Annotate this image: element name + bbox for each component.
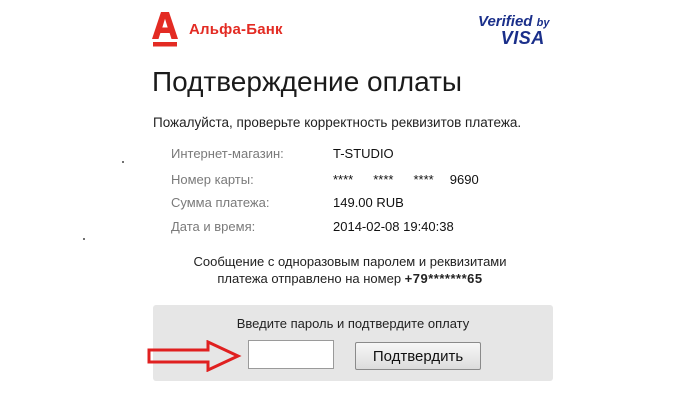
- merchant-label: Интернет-магазин:: [171, 146, 284, 161]
- card-last-digits: 9690: [449, 172, 479, 187]
- phone-number: +79*******65: [404, 271, 483, 286]
- amount-label: Сумма платежа:: [171, 195, 270, 210]
- card-mask-2: ****: [373, 172, 394, 187]
- arrow-right-icon: [146, 339, 242, 373]
- card-mask-3: ****: [413, 172, 434, 187]
- page-title: Подтверждение оплаты: [152, 66, 463, 97]
- speck: [83, 238, 85, 240]
- visa-text: VISA: [500, 28, 545, 48]
- card-mask-1: ****: [333, 172, 354, 187]
- password-input[interactable]: [248, 340, 334, 369]
- confirm-button[interactable]: Подтвердить: [355, 342, 481, 370]
- card-value: **** **** **** 9690: [333, 172, 479, 187]
- sms-notice-line1: Сообщение с одноразовым паролем и реквиз…: [193, 254, 507, 269]
- intro-text: Пожалуйста, проверьте корректность рекви…: [153, 115, 522, 130]
- bank-name: Альфа-Банк: [189, 21, 283, 38]
- datetime-value: 2014-02-08 19:40:38: [333, 219, 454, 234]
- confirm-panel-label: Введите пароль и подтвердите оплату: [236, 316, 470, 331]
- datetime-label: Дата и время:: [171, 219, 256, 234]
- sms-notice: Сообщение с одноразовым паролем и реквиз…: [150, 253, 550, 287]
- alfa-bank-logo-icon: [150, 10, 180, 48]
- verified-by-visa-logo: Verified by VISA: [478, 14, 549, 47]
- merchant-value: T-STUDIO: [333, 146, 394, 161]
- sms-notice-line2: платежа отправлено на номер: [217, 271, 405, 286]
- card-label: Номер карты:: [171, 172, 254, 187]
- amount-value: 149.00 RUB: [333, 195, 404, 210]
- speck: [122, 161, 124, 163]
